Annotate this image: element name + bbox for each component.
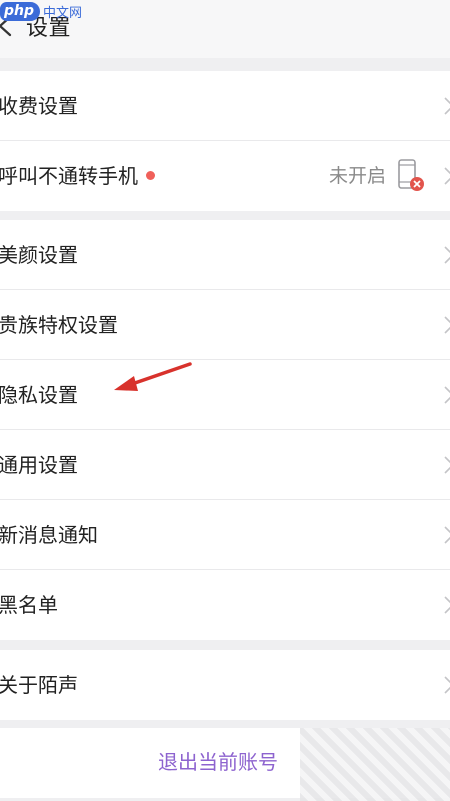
chevron-right-icon (444, 246, 450, 264)
blurred-region (300, 728, 450, 801)
settings-item-privacy[interactable]: 隐私设置 (0, 360, 450, 430)
settings-item-general[interactable]: 通用设置 (0, 430, 450, 500)
call-forward-label-text: 呼叫不通转手机 (0, 164, 138, 188)
chevron-right-icon (444, 526, 450, 544)
settings-item-label: 黑名单 (0, 593, 58, 617)
chevron-right-icon (444, 316, 450, 334)
logout-label: 退出当前账号 (158, 752, 278, 774)
chevron-right-icon (444, 676, 450, 694)
settings-item-beauty[interactable]: 美颜设置 (0, 220, 450, 290)
header-bar: 设置 php 中文网 (0, 0, 450, 58)
watermark-logo-text: 中文网 (43, 5, 83, 21)
watermark-logo: php 中文网 (0, 0, 82, 22)
chevron-right-icon (444, 386, 450, 404)
settings-item-call-forward[interactable]: 呼叫不通转手机 未开启 (0, 141, 450, 211)
settings-item-blacklist[interactable]: 黑名单 (0, 570, 450, 640)
settings-item-new-message-notifications[interactable]: 新消息通知 (0, 500, 450, 570)
settings-item-billing[interactable]: 收费设置 (0, 71, 450, 141)
call-forward-status: 未开启 (328, 165, 386, 187)
settings-item-label: 新消息通知 (0, 523, 98, 547)
watermark-logo-badge: php (0, 1, 41, 21)
settings-item-label: 收费设置 (0, 94, 78, 118)
settings-item-label: 关于陌声 (0, 673, 78, 697)
settings-item-about[interactable]: 关于陌声 (0, 650, 450, 720)
settings-item-label: 美颜设置 (0, 243, 78, 267)
annotation-arrow-icon (114, 362, 192, 391)
settings-item-label: 通用设置 (0, 453, 78, 477)
chevron-right-icon (444, 596, 450, 614)
settings-item-noble-privileges[interactable]: 贵族特权设置 (0, 290, 450, 360)
notification-dot (146, 171, 155, 180)
settings-item-label: 贵族特权设置 (0, 313, 118, 337)
settings-item-label: 呼叫不通转手机 (0, 141, 155, 211)
chevron-right-icon (444, 97, 450, 115)
settings-item-label: 隐私设置 (0, 383, 78, 407)
chevron-right-icon (444, 456, 450, 474)
phone-disabled-icon (398, 159, 424, 191)
chevron-right-icon (444, 167, 450, 185)
